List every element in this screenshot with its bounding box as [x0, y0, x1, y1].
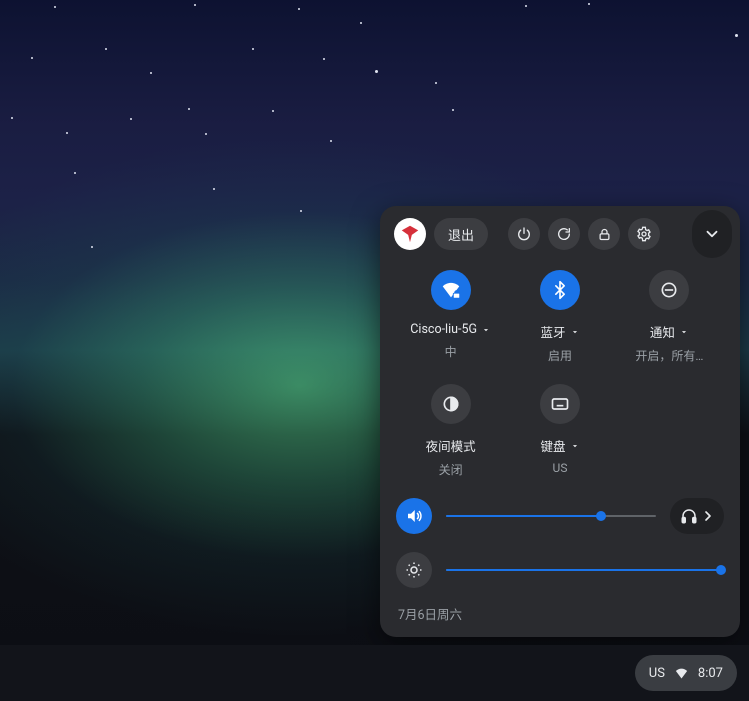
bluetooth-icon [550, 280, 570, 300]
power-icon [516, 226, 532, 242]
tile-wifi[interactable]: Cisco-liu-5G 中 [396, 270, 505, 364]
restart-icon [556, 226, 572, 242]
status-area[interactable]: US 8:07 [635, 655, 737, 691]
brightness-slider[interactable] [446, 560, 724, 580]
sign-out-button[interactable]: 退出 [434, 218, 488, 250]
tile-keyboard[interactable]: 键盘 US [505, 384, 614, 478]
tile-notifications-toggle[interactable] [649, 270, 689, 310]
wifi-secure-icon [440, 279, 462, 301]
tile-notifications-subtitle: 开启，所有… [635, 347, 703, 364]
restart-button[interactable] [548, 218, 580, 250]
lock-icon [597, 227, 612, 242]
night-light-icon [441, 394, 461, 414]
ime-indicator: US [649, 666, 665, 681]
chevron-down-icon [703, 225, 721, 243]
tile-bluetooth-title: 蓝牙 [540, 322, 565, 341]
audio-output-button[interactable] [670, 498, 724, 534]
tile-keyboard-toggle[interactable] [540, 384, 580, 424]
wifi-icon [674, 666, 689, 681]
tile-notifications-title: 通知 [650, 322, 675, 341]
caret-down-icon [481, 325, 491, 335]
headphones-icon [680, 507, 698, 525]
quick-settings-tiles: Cisco-liu-5G 中 蓝牙 启用 [380, 262, 740, 486]
avatar[interactable] [394, 218, 426, 250]
volume-icon [405, 507, 423, 525]
quick-settings-topbar: 退出 [380, 206, 740, 262]
shelf: US 8:07 [0, 645, 749, 701]
quick-settings-panel: 退出 [380, 206, 740, 637]
caret-down-icon [570, 327, 580, 337]
tile-night-light[interactable]: 夜间模式 关闭 [396, 384, 505, 478]
sign-out-label: 退出 [448, 225, 474, 244]
brightness-icon [405, 561, 423, 579]
tile-night-light-title: 夜间模式 [426, 436, 476, 455]
tile-bluetooth[interactable]: 蓝牙 启用 [505, 270, 614, 364]
tile-night-light-toggle[interactable] [431, 384, 471, 424]
tile-wifi-toggle[interactable] [431, 270, 471, 310]
settings-button[interactable] [628, 218, 660, 250]
caret-down-icon [679, 327, 689, 337]
tile-bluetooth-subtitle: 启用 [548, 347, 572, 364]
volume-slider[interactable] [446, 506, 656, 526]
chevron-right-icon [700, 508, 716, 524]
clock: 8:07 [698, 666, 723, 681]
gear-icon [636, 226, 652, 242]
brightness-button[interactable] [396, 552, 432, 588]
date-label: 7月6日周六 [380, 594, 740, 623]
tile-night-light-subtitle: 关闭 [439, 461, 463, 478]
dnd-icon [659, 280, 679, 300]
brightness-row [380, 546, 740, 594]
tile-keyboard-title: 键盘 [540, 436, 565, 455]
collapse-button[interactable] [692, 210, 732, 258]
keyboard-icon [550, 394, 570, 414]
tile-keyboard-subtitle: US [553, 461, 568, 475]
tile-wifi-title: Cisco-liu-5G [410, 322, 477, 337]
volume-mute-button[interactable] [396, 498, 432, 534]
tile-notifications[interactable]: 通知 开启，所有… [615, 270, 724, 364]
caret-down-icon [570, 441, 580, 451]
volume-row [380, 492, 740, 540]
power-button[interactable] [508, 218, 540, 250]
tile-wifi-subtitle: 中 [445, 343, 457, 360]
lock-button[interactable] [588, 218, 620, 250]
tile-bluetooth-toggle[interactable] [540, 270, 580, 310]
